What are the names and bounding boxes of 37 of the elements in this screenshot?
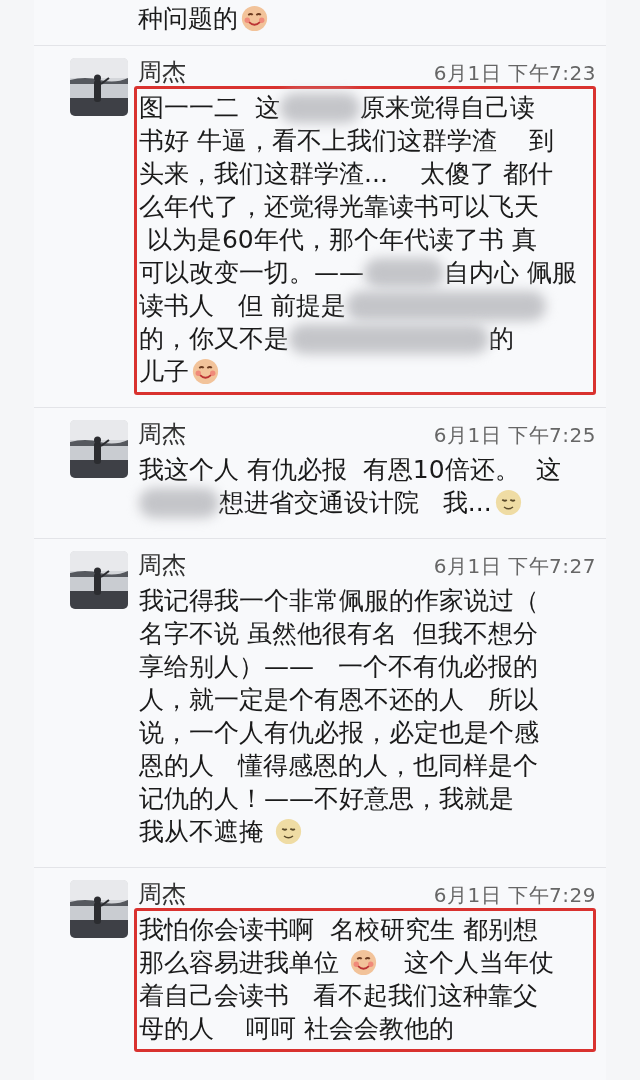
- message-time: 6月1日 下午7:25: [433, 422, 596, 449]
- message-text: 我怕你会读书啊 名校研究生 都别想: [139, 914, 538, 946]
- sender-name: 周杰: [138, 879, 186, 910]
- message-text: 头来，我们这群学渣... 太傻了 都什: [139, 158, 553, 190]
- message-time: 6月1日 下午7:23: [433, 60, 596, 87]
- message-text: 想进省交通设计院 我...: [139, 486, 525, 519]
- sender-name: 周杰: [138, 419, 186, 450]
- message-text: 图一一二 这 原来觉得自己读: [139, 91, 535, 124]
- message-text: 儿子: [139, 355, 222, 388]
- message-text: 种问题的: [138, 2, 271, 35]
- message-text: 我从不遮掩: [139, 815, 305, 848]
- message-text: 书好 牛逼，看不上我们这群学渣 到: [139, 125, 554, 157]
- smiley-icon: [349, 949, 377, 976]
- message-text: 的，你又不是 的: [139, 322, 514, 355]
- message-text: 我这个人 有仇必报 有恩10倍还。 这: [139, 454, 561, 486]
- message-text: 可以改变一切。—— 自内心 佩服: [139, 256, 577, 289]
- message-text: 母的人 呵呵 社会会教他的: [139, 1013, 454, 1045]
- message-text: 记仇的人！——不好意思，我就是: [139, 783, 514, 815]
- smiley-icon: [494, 489, 522, 516]
- message-time: 6月1日 下午7:27: [433, 553, 596, 580]
- sender-name: 周杰: [138, 57, 186, 88]
- message-text: 着自己会读书 看不起我们这种靠父: [139, 980, 538, 1012]
- message-text: 名字不说 虽然他很有名 但我不想分: [139, 618, 538, 650]
- message-text: 以为是60年代，那个年代读了书 真: [145, 224, 537, 256]
- message-text: 享给别人）—— 一个不有仇必报的: [139, 651, 538, 683]
- message-text: 读书人 但 前提是: [139, 289, 546, 322]
- message-text: 么年代了，还觉得光靠读书可以飞天: [139, 191, 539, 223]
- message-text: 恩的人 懂得感恩的人，也同样是个: [139, 750, 538, 782]
- message-text: 人，就一定是个有恩不还的人 所以: [139, 684, 538, 716]
- smiley-icon: [274, 818, 302, 845]
- message-text: 我记得我一个非常佩服的作家说过（: [139, 585, 539, 617]
- smiley-icon: [241, 5, 268, 32]
- sender-name: 周杰: [138, 550, 186, 581]
- message-text: 说，一个人有仇必报，必定也是个感: [139, 717, 539, 749]
- message-time: 6月1日 下午7:29: [433, 882, 596, 909]
- message-text: 那么容易进我单位 这个人当年仗: [139, 947, 554, 979]
- smiley-icon: [192, 358, 219, 385]
